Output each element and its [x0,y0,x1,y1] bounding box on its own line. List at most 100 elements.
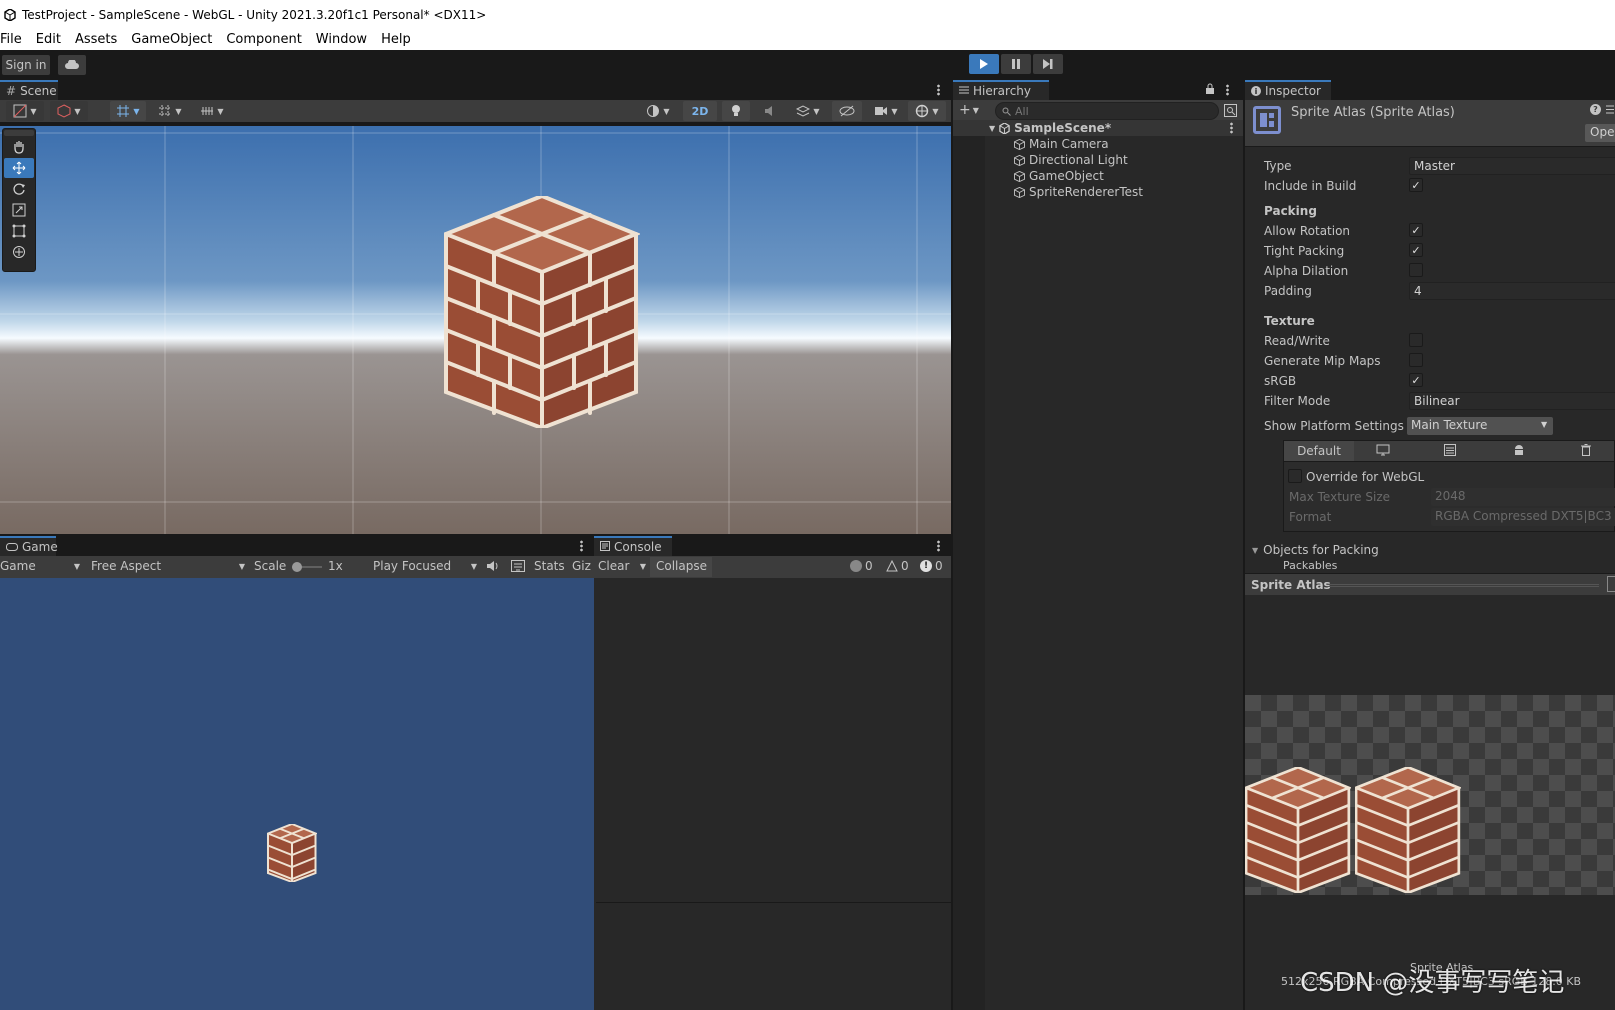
play-button[interactable] [969,54,999,74]
clear-dropdown[interactable]: Clear ▼ [598,559,646,573]
grid-snap-icon[interactable]: ▼ [110,101,146,121]
error-filter[interactable]: ! 0 [920,559,943,573]
hierarchy-search-input[interactable]: All [995,102,1219,120]
scene-search-icon[interactable] [1224,104,1237,120]
audio-icon[interactable] [756,101,784,121]
tab-scene[interactable]: # Scene [0,80,58,100]
collapse-button[interactable]: Collapse [650,557,712,577]
menu-window[interactable]: Window [316,32,367,47]
srgb-checkbox[interactable]: ✓ [1409,373,1423,387]
create-dropdown[interactable]: + ▼ [959,102,979,118]
hierarchy-item-spriterenderertest[interactable]: SpriteRendererTest [1014,184,1240,200]
max-size-dropdown[interactable]: 2048 [1431,488,1615,506]
hierarchy-item-directional-light[interactable]: Directional Light [1014,152,1240,168]
hierarchy-item-gameobject[interactable]: GameObject [1014,168,1240,184]
game-tab-label: Game [22,540,58,554]
trash-platform-icon[interactable] [1581,444,1591,459]
window-title-bar: TestProject - SampleScene - WebGL - Unit… [0,0,1615,29]
scale-slider[interactable] [292,562,322,572]
search-placeholder: All [1015,104,1029,118]
toggle-2d-button[interactable]: 2D [683,101,717,121]
sign-in-button[interactable]: Sign in [2,55,50,75]
step-button[interactable] [1033,54,1063,74]
transform-tool-icon[interactable] [4,242,34,262]
tab-game[interactable]: Game [0,536,58,556]
gizmos-button[interactable]: Giz [572,559,591,573]
console-toolbar: Clear ▼ Collapse 0 0 ! 0 [594,556,951,578]
menu-file[interactable]: File [0,32,22,47]
menu-help[interactable]: Help [381,32,411,47]
scale-tool-icon[interactable] [4,200,34,220]
drag-handle[interactable] [4,130,34,136]
rotate-tool-icon[interactable] [4,179,34,199]
shading-icon[interactable]: ▼ [50,101,88,121]
type-dropdown[interactable]: Master [1409,157,1615,175]
move-tool-icon[interactable] [4,158,34,178]
display-dropdown[interactable]: Game ▼ [0,559,80,573]
padding-input[interactable]: 4 [1409,282,1615,300]
hierarchy-item-main-camera[interactable]: Main Camera [1014,136,1240,152]
mute-audio-icon[interactable] [486,560,500,575]
filter-mode-dropdown[interactable]: Bilinear [1409,392,1615,410]
webgl-platform-icon[interactable] [1444,444,1456,459]
include-in-build-checkbox[interactable]: ✓ [1409,178,1423,192]
pause-button[interactable] [1001,54,1031,74]
rect-tool-icon[interactable] [4,221,34,241]
lock-icon[interactable] [1205,83,1215,98]
menu-edit[interactable]: Edit [36,32,61,47]
platform-settings-dropdown[interactable]: Main Texture ▼ [1407,417,1553,435]
effects-icon[interactable]: ▼ [790,101,826,121]
more-icon[interactable] [937,540,940,552]
draw-mode-icon[interactable]: ▼ [6,101,44,121]
scene-viewport[interactable] [0,126,951,534]
desktop-platform-icon[interactable] [1376,444,1390,459]
hidden-objects-icon[interactable] [832,101,862,121]
tight-packing-checkbox[interactable]: ✓ [1409,243,1423,257]
warning-filter[interactable]: 0 [886,559,909,573]
expand-icon[interactable]: ▼ [989,124,995,133]
scale-slider-thumb[interactable] [292,562,302,572]
menu-component[interactable]: Component [226,32,301,47]
more-icon[interactable] [580,540,583,552]
android-platform-icon[interactable] [1513,444,1525,459]
preset-icon[interactable] [1605,104,1615,118]
preview-drag-bar[interactable] [1327,584,1599,587]
stats-button[interactable]: Stats [534,559,565,573]
log-filter[interactable]: 0 [850,559,873,573]
lighting-icon[interactable] [722,101,750,121]
menu-gameobject[interactable]: GameObject [131,32,212,47]
camera-icon[interactable]: ▼ [868,101,904,121]
shortcuts-icon[interactable] [511,560,525,575]
clear-button[interactable]: Clear [598,559,629,573]
platform-tab-default[interactable]: Default [1284,441,1354,461]
aspect-dropdown[interactable]: Free Aspect ▼ [91,559,245,573]
override-checkbox[interactable] [1288,469,1302,483]
allow-rotation-checkbox[interactable]: ✓ [1409,223,1423,237]
tab-hierarchy[interactable]: Hierarchy [953,80,1049,100]
format-dropdown[interactable]: RGBA Compressed DXT5|BC3 [1431,508,1615,526]
scene-root-row[interactable]: ▼ SampleScene* [953,120,1243,136]
alpha-dilation-checkbox[interactable] [1409,263,1423,277]
tab-inspector[interactable]: i Inspector [1245,80,1331,100]
read-write-checkbox[interactable] [1409,333,1423,347]
inspector-tab-bar: i Inspector [1245,80,1615,100]
mipmaps-checkbox[interactable] [1409,353,1423,367]
grid-visibility-icon[interactable]: ▼ [152,101,188,121]
increment-snap-icon[interactable]: ▼ [194,101,230,121]
more-icon[interactable] [937,84,940,96]
tab-console[interactable]: Console [594,536,672,556]
gizmos-icon[interactable]: ▼ [908,101,946,121]
more-icon[interactable] [1230,122,1233,134]
open-button[interactable]: Ope [1585,124,1615,142]
preview-options-icon[interactable] [1607,576,1615,592]
cloud-icon[interactable] [58,55,86,75]
shading-mode-icon[interactable]: ▼ [640,101,676,121]
packables-list[interactable]: Packables [1283,561,1363,569]
more-icon[interactable] [1226,84,1229,96]
game-viewport[interactable] [0,578,594,1010]
play-mode-dropdown[interactable]: Play Focused ▼ [373,559,477,573]
help-icon[interactable]: ? [1590,104,1601,115]
objects-for-packing-foldout[interactable]: ▼ Objects for Packing [1252,543,1379,557]
menu-assets[interactable]: Assets [75,32,117,47]
hand-tool-icon[interactable] [4,137,34,157]
